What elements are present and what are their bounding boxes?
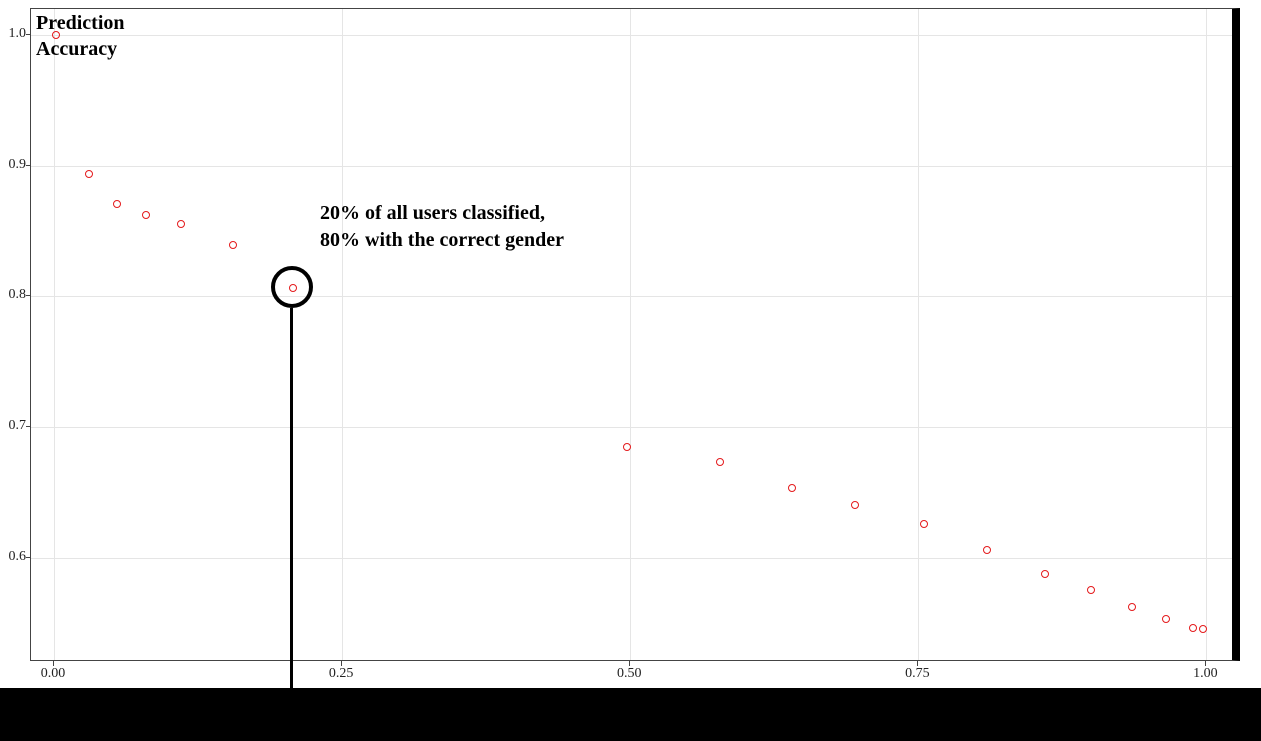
x-tick-label: 0.50 xyxy=(617,666,642,682)
y-tick-label: 0.6 xyxy=(0,549,26,565)
gridline-vertical xyxy=(1206,9,1207,660)
data-point xyxy=(1199,625,1207,633)
data-point xyxy=(920,520,928,528)
data-point xyxy=(142,211,150,219)
gridline-horizontal xyxy=(31,296,1232,297)
gridline-vertical xyxy=(54,9,55,660)
y-tick-mark xyxy=(26,557,30,558)
gridline-vertical xyxy=(918,9,919,660)
annotation-line2: 80% with the correct gender xyxy=(320,229,564,251)
x-tick-label: 1.00 xyxy=(1193,666,1218,682)
y-tick-label: 1.0 xyxy=(0,26,26,42)
y-axis-title: Prediction Accuracy xyxy=(36,10,125,62)
data-point xyxy=(177,220,185,228)
data-point xyxy=(1087,586,1095,594)
y-tick-mark xyxy=(26,295,30,296)
annotation-leader-line xyxy=(290,308,293,688)
data-point xyxy=(788,484,796,492)
data-point xyxy=(623,443,631,451)
y-tick-label: 0.9 xyxy=(0,157,26,173)
y-tick-mark xyxy=(26,34,30,35)
annotation-line1: 20% of all users classified, xyxy=(320,202,545,224)
data-point xyxy=(113,200,121,208)
data-point xyxy=(716,458,724,466)
annotation-text: 20% of all users classified, 80% with th… xyxy=(320,200,564,254)
data-point xyxy=(229,241,237,249)
x-tick-label: 0.75 xyxy=(905,666,930,682)
gridline-vertical xyxy=(342,9,343,660)
data-point xyxy=(1162,615,1170,623)
y-tick-label: 0.8 xyxy=(0,287,26,303)
data-point xyxy=(851,501,859,509)
gridline-horizontal xyxy=(31,427,1232,428)
data-point xyxy=(85,170,93,178)
y-tick-mark xyxy=(26,165,30,166)
gridline-horizontal xyxy=(31,35,1232,36)
data-point xyxy=(983,546,991,554)
footer-black-strip xyxy=(0,688,1261,741)
x-tick-label: 0.25 xyxy=(329,666,354,682)
gridline-vertical xyxy=(630,9,631,660)
gridline-horizontal xyxy=(31,558,1232,559)
chart-container: Prediction Accuracy 20% of all users cla… xyxy=(0,0,1261,741)
data-point xyxy=(1128,603,1136,611)
data-point xyxy=(1189,624,1197,632)
y-tick-mark xyxy=(26,426,30,427)
y-tick-label: 0.7 xyxy=(0,418,26,434)
y-axis-title-line1: Prediction xyxy=(36,12,125,34)
plot-area xyxy=(30,8,1240,661)
y-axis-title-line2: Accuracy xyxy=(36,38,117,60)
annotation-highlight-circle xyxy=(271,266,313,308)
gridline-horizontal xyxy=(31,166,1232,167)
data-point xyxy=(1041,570,1049,578)
x-tick-label: 0.00 xyxy=(41,666,66,682)
